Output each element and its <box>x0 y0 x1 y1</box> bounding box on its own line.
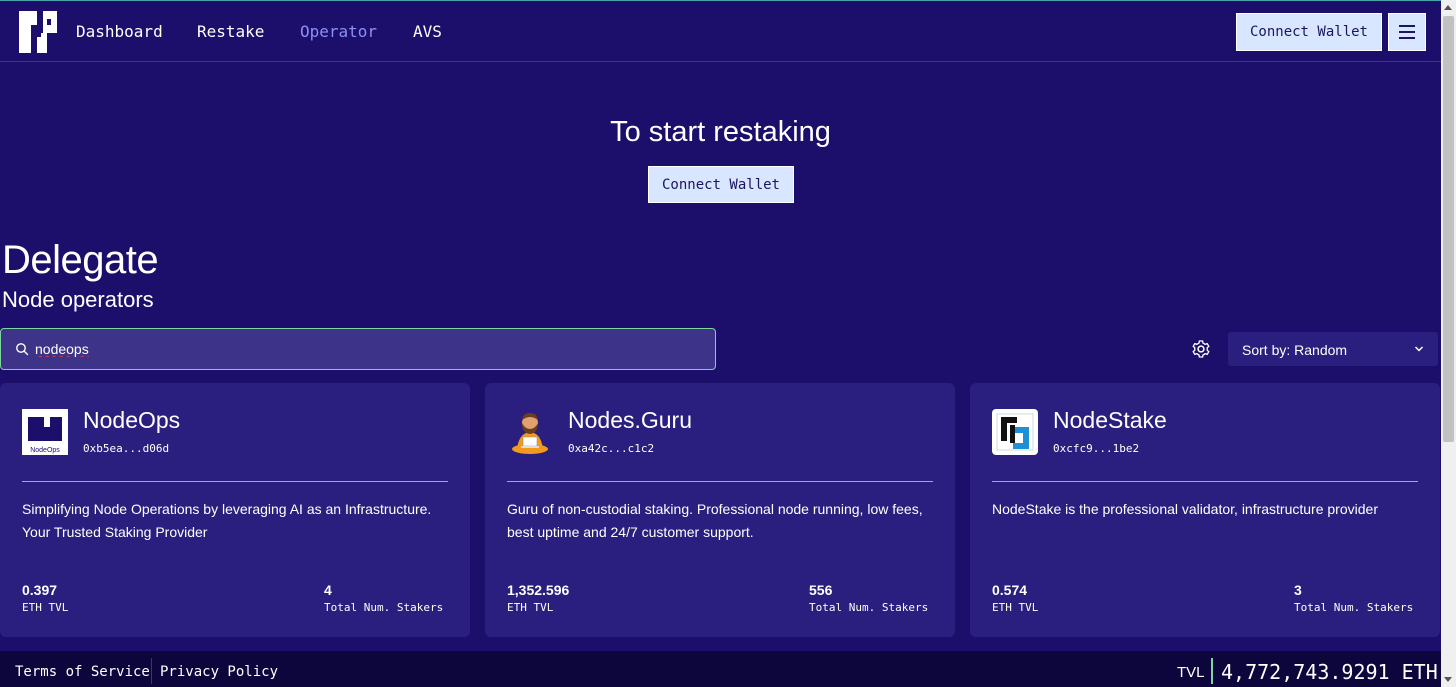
tvl-label: ETH TVL <box>992 601 1039 614</box>
top-nav: Dashboard Restake Operator AVS Connect W… <box>0 0 1441 62</box>
tvl-label: ETH TVL <box>507 601 554 614</box>
nav-operator[interactable]: Operator <box>300 22 377 41</box>
stakers-label: Total Num. Stakers <box>1294 601 1414 614</box>
nodestake-logo-icon <box>992 409 1038 455</box>
operator-address: 0xb5ea...d06d <box>83 442 170 455</box>
operator-description: Simplifying Node Operations by leveragin… <box>22 501 432 540</box>
stakers-label: Total Num. Stakers <box>809 601 929 614</box>
stakers-label: Total Num. Stakers <box>324 601 444 614</box>
nav-avs[interactable]: AVS <box>413 22 442 41</box>
tvl-value: 1,352.596 <box>507 582 570 598</box>
operator-card[interactable]: Nodes.Guru 0xa42c...c1c2 Guru of non-cus… <box>485 383 955 637</box>
operator-name[interactable]: NodeOps <box>83 407 180 434</box>
card-divider <box>22 481 448 482</box>
search-icon <box>16 343 29 356</box>
total-tvl-value: 4,772,743.9291 ETH <box>1221 660 1438 684</box>
scroll-down-arrow-icon[interactable] <box>1444 677 1452 682</box>
tvl-divider <box>1211 658 1213 684</box>
search-box[interactable] <box>0 328 716 370</box>
search-input[interactable] <box>35 339 695 359</box>
card-divider <box>507 481 933 482</box>
nodes-guru-avatar-icon <box>512 413 548 454</box>
operator-description: NodeStake is the professional validator,… <box>992 501 1378 517</box>
footer-divider <box>151 658 152 684</box>
tvl-value: 0.574 <box>992 582 1028 598</box>
page-subtitle: Node operators <box>2 287 154 312</box>
hamburger-menu-button[interactable] <box>1388 13 1426 51</box>
privacy-policy-link[interactable]: Privacy Policy <box>160 664 278 680</box>
eigenlayer-logo-icon[interactable] <box>19 11 57 53</box>
operator-card[interactable]: NodeOps NodeOps 0xb5ea...d06d Simplifyin… <box>0 383 470 637</box>
operator-name[interactable]: NodeStake <box>1053 407 1167 434</box>
operator-address: 0xa42c...c1c2 <box>568 442 655 455</box>
chevron-down-icon <box>1414 346 1424 352</box>
footer: Terms of Service Privacy Policy TVL 4,77… <box>0 651 1441 687</box>
sort-dropdown[interactable]: Sort by: Random <box>1228 332 1438 366</box>
page-title: Delegate <box>2 238 159 282</box>
nodeops-logo-icon: NodeOps <box>22 409 68 455</box>
operator-description: Guru of non-custodial staking. Professio… <box>507 501 923 540</box>
total-tvl-label: TVL <box>1177 664 1205 681</box>
scroll-up-arrow-icon[interactable] <box>1444 5 1452 10</box>
menu-bar-icon <box>1399 37 1415 39</box>
gear-icon[interactable] <box>1191 339 1211 359</box>
terms-of-service-link[interactable]: Terms of Service <box>15 664 150 680</box>
scrollbar[interactable] <box>1441 0 1456 687</box>
nav-dashboard[interactable]: Dashboard <box>76 22 163 41</box>
stakers-value: 3 <box>1294 582 1302 598</box>
scrollbar-thumb[interactable] <box>1443 16 1454 442</box>
stakers-value: 4 <box>324 582 332 598</box>
operator-card[interactable]: NodeStake 0xcfc9...1be2 NodeStake is the… <box>970 383 1440 637</box>
tvl-label: ETH TVL <box>22 601 69 614</box>
card-divider <box>992 481 1418 482</box>
connect-wallet-button[interactable]: Connect Wallet <box>1236 13 1382 51</box>
hero-title: To start restaking <box>610 116 831 148</box>
stakers-value: 556 <box>809 582 833 598</box>
tvl-value: 0.397 <box>22 582 58 598</box>
menu-bar-icon <box>1399 31 1415 33</box>
menu-bar-icon <box>1399 25 1415 27</box>
sort-label: Sort by: Random <box>1242 342 1348 358</box>
nav-restake[interactable]: Restake <box>197 22 264 41</box>
nodeops-logo-text: NodeOps <box>30 447 60 454</box>
operator-name[interactable]: Nodes.Guru <box>568 407 692 434</box>
hero-connect-wallet-button[interactable]: Connect Wallet <box>648 166 794 203</box>
operator-address: 0xcfc9...1be2 <box>1053 442 1140 455</box>
